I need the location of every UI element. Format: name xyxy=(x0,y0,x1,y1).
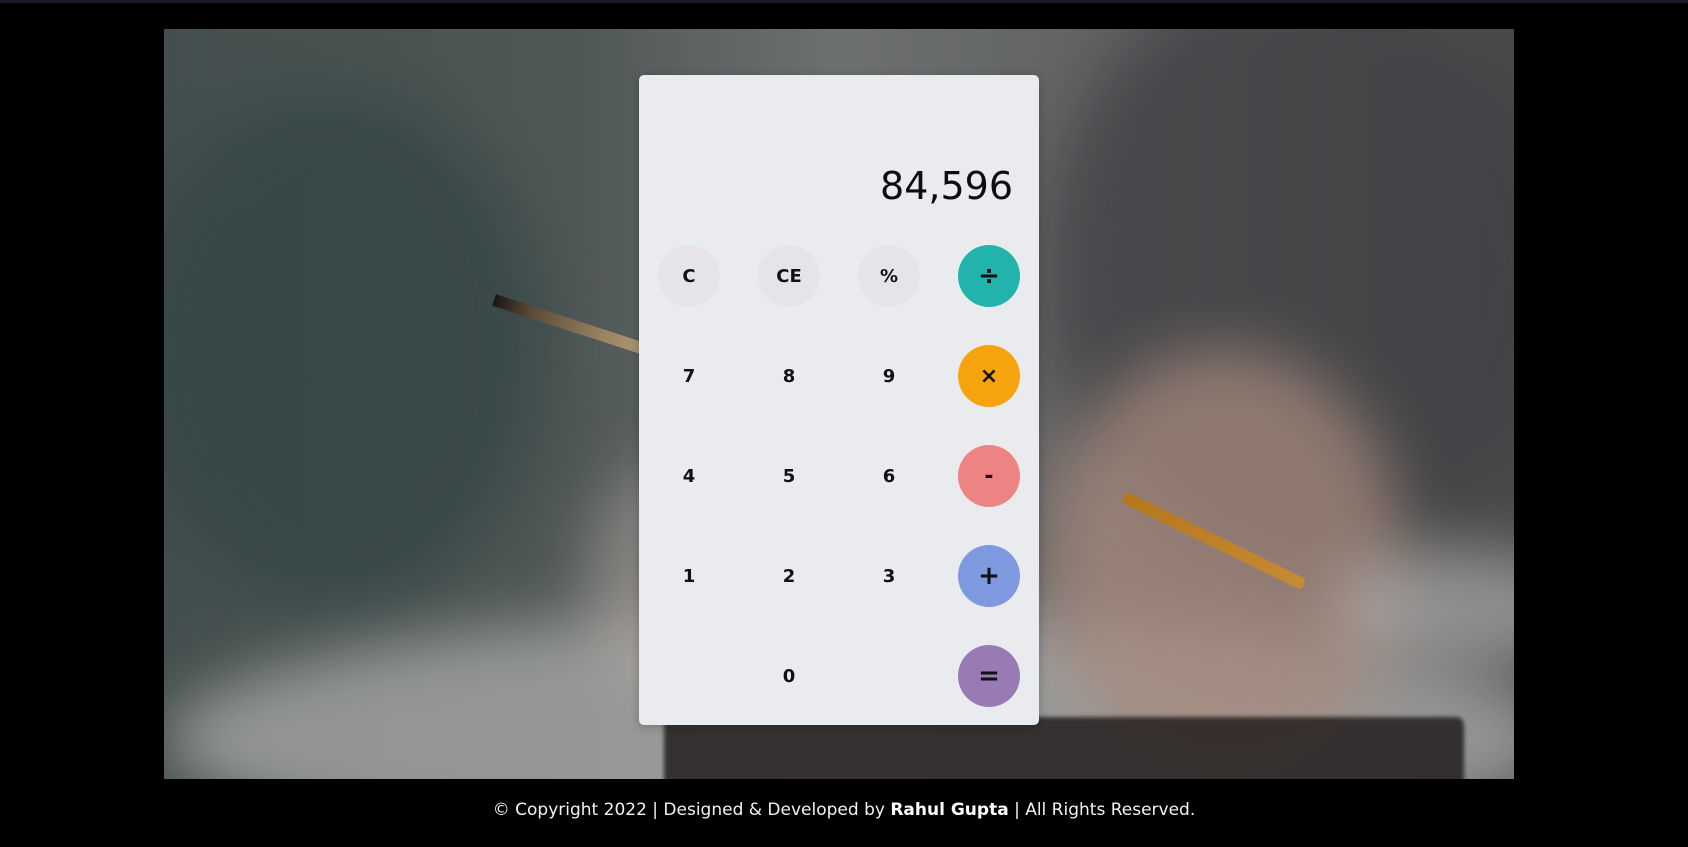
footer: © Copyright 2022 | Designed & Developed … xyxy=(0,800,1688,820)
digit-0-button[interactable]: 0 xyxy=(758,645,820,707)
clear-button[interactable]: C xyxy=(658,245,720,307)
display-value: 84,596 xyxy=(880,164,1013,208)
footer-author: Rahul Gupta xyxy=(890,800,1009,820)
digit-7-button[interactable]: 7 xyxy=(658,345,720,407)
multiply-button[interactable]: × xyxy=(958,345,1020,407)
digit-2-button[interactable]: 2 xyxy=(758,545,820,607)
add-button[interactable]: + xyxy=(958,545,1020,607)
top-strip xyxy=(0,0,1688,3)
calculator-display: 84,596 xyxy=(639,75,1039,215)
digit-4-button[interactable]: 4 xyxy=(658,445,720,507)
digit-1-button[interactable]: 1 xyxy=(658,545,720,607)
footer-rights: | All Rights Reserved. xyxy=(1008,800,1196,820)
divide-button[interactable]: ÷ xyxy=(958,245,1020,307)
percent-button[interactable]: % xyxy=(858,245,920,307)
digit-9-button[interactable]: 9 xyxy=(858,345,920,407)
digit-8-button[interactable]: 8 xyxy=(758,345,820,407)
digit-6-button[interactable]: 6 xyxy=(858,445,920,507)
equals-button[interactable]: = xyxy=(958,645,1020,707)
subtract-button[interactable]: - xyxy=(958,445,1020,507)
clear-entry-button[interactable]: CE xyxy=(758,245,820,307)
digit-3-button[interactable]: 3 xyxy=(858,545,920,607)
calculator-panel: 84,596 C CE % ÷ 7 8 9 × 4 5 6 - 1 2 3 + … xyxy=(639,75,1039,725)
footer-copyright: © Copyright 2022 | Designed & Developed … xyxy=(492,800,891,820)
digit-5-button[interactable]: 5 xyxy=(758,445,820,507)
